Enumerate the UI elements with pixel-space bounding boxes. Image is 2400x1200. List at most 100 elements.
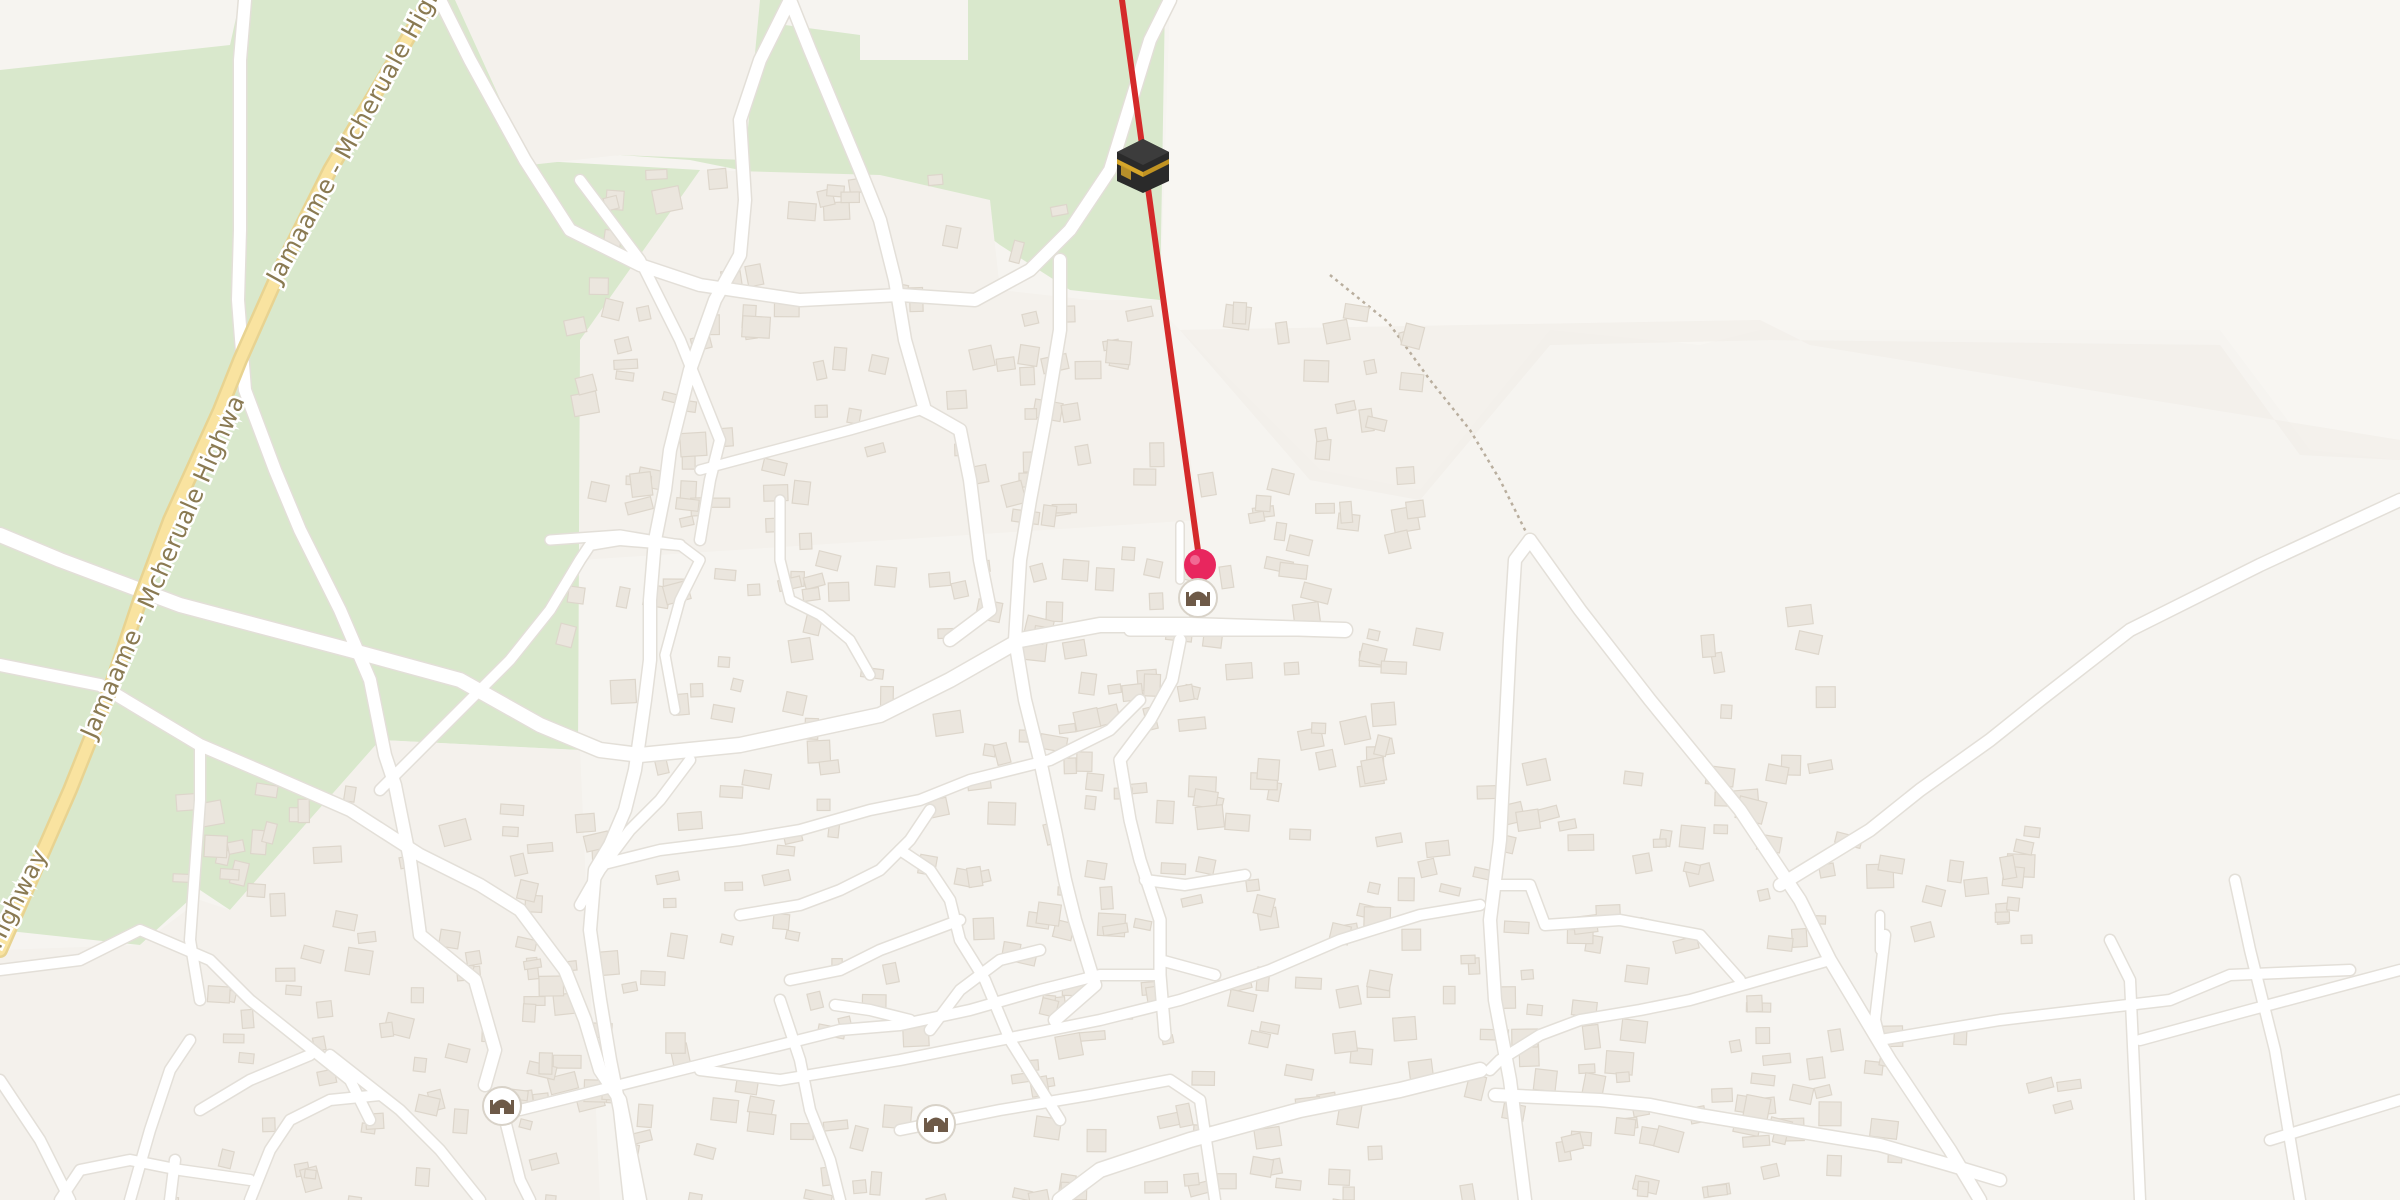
map-canvas[interactable]: Jamaame - Mcheruale Highway Jamaame - Mc… (0, 0, 2400, 1200)
building (332, 909, 359, 932)
building (1370, 701, 1397, 728)
building (784, 929, 801, 942)
building (1061, 558, 1090, 582)
building (1074, 360, 1102, 380)
building (1191, 1070, 1216, 1086)
building (1283, 661, 1300, 676)
building (515, 878, 540, 903)
building (275, 967, 296, 982)
building (1176, 683, 1195, 703)
building (2020, 934, 2033, 945)
building (1632, 852, 1653, 875)
building (639, 970, 666, 987)
building (1084, 859, 1108, 881)
building (1024, 407, 1038, 420)
building (927, 173, 944, 187)
building (744, 263, 765, 288)
building (1503, 920, 1530, 935)
building (303, 1168, 317, 1180)
building (1216, 1173, 1237, 1190)
building (410, 987, 425, 1004)
building (1526, 1003, 1544, 1017)
building (1314, 748, 1337, 771)
building (1075, 751, 1093, 773)
building (1077, 1030, 1107, 1043)
building (1380, 660, 1408, 675)
building (1245, 878, 1261, 893)
building (1818, 1101, 1842, 1127)
building (1728, 1038, 1743, 1054)
building (1084, 772, 1105, 792)
building (644, 168, 668, 181)
building (1806, 1056, 1826, 1081)
building (226, 839, 246, 855)
building (1615, 1071, 1631, 1084)
building (1035, 901, 1063, 927)
building (1624, 964, 1650, 985)
building (297, 798, 311, 824)
building (1532, 1068, 1559, 1093)
building (206, 985, 231, 1004)
building (1678, 824, 1706, 850)
building (1367, 1145, 1383, 1161)
building (1060, 402, 1081, 424)
building (1790, 927, 1808, 948)
building (1218, 564, 1235, 590)
building (1155, 799, 1175, 825)
building (801, 586, 821, 603)
building (635, 305, 652, 322)
building (1274, 321, 1290, 345)
building (666, 932, 688, 960)
mosque-icon[interactable] (1178, 578, 1218, 618)
building (1338, 500, 1354, 524)
building (717, 655, 731, 669)
building (521, 1003, 537, 1023)
building (678, 431, 708, 458)
mosque-icon[interactable] (482, 1086, 522, 1126)
building (741, 315, 772, 339)
building (1183, 1172, 1200, 1187)
building (1040, 504, 1058, 528)
building (1765, 763, 1790, 785)
building (1424, 839, 1451, 859)
building (1756, 887, 1771, 902)
mosque-icon[interactable] (916, 1104, 956, 1144)
building (1515, 808, 1542, 832)
building (246, 882, 267, 899)
building (719, 933, 735, 946)
building (950, 580, 970, 600)
building (1104, 339, 1133, 366)
building (1195, 856, 1217, 876)
building (719, 784, 744, 799)
building (1636, 1180, 1650, 1198)
building (1360, 756, 1388, 785)
building (827, 581, 850, 602)
building (1868, 1117, 1900, 1140)
building (538, 975, 565, 997)
building (1581, 1023, 1602, 1051)
building (713, 567, 737, 582)
building (1224, 661, 1254, 681)
building (538, 1052, 554, 1075)
building (2023, 825, 2041, 839)
building (674, 496, 700, 513)
building (1149, 442, 1165, 468)
building (1086, 1128, 1107, 1153)
building (972, 917, 995, 941)
building (1521, 757, 1552, 786)
building (526, 841, 554, 855)
building (1224, 812, 1251, 832)
building (822, 1119, 849, 1132)
building (1567, 833, 1595, 852)
building (1520, 968, 1535, 981)
building (1761, 1052, 1792, 1067)
building (552, 1054, 582, 1069)
building (710, 703, 736, 724)
building (284, 984, 303, 997)
building (730, 677, 744, 693)
building (772, 912, 791, 931)
building (240, 1008, 255, 1030)
building (574, 812, 597, 834)
building (1303, 359, 1330, 383)
building (814, 404, 829, 419)
